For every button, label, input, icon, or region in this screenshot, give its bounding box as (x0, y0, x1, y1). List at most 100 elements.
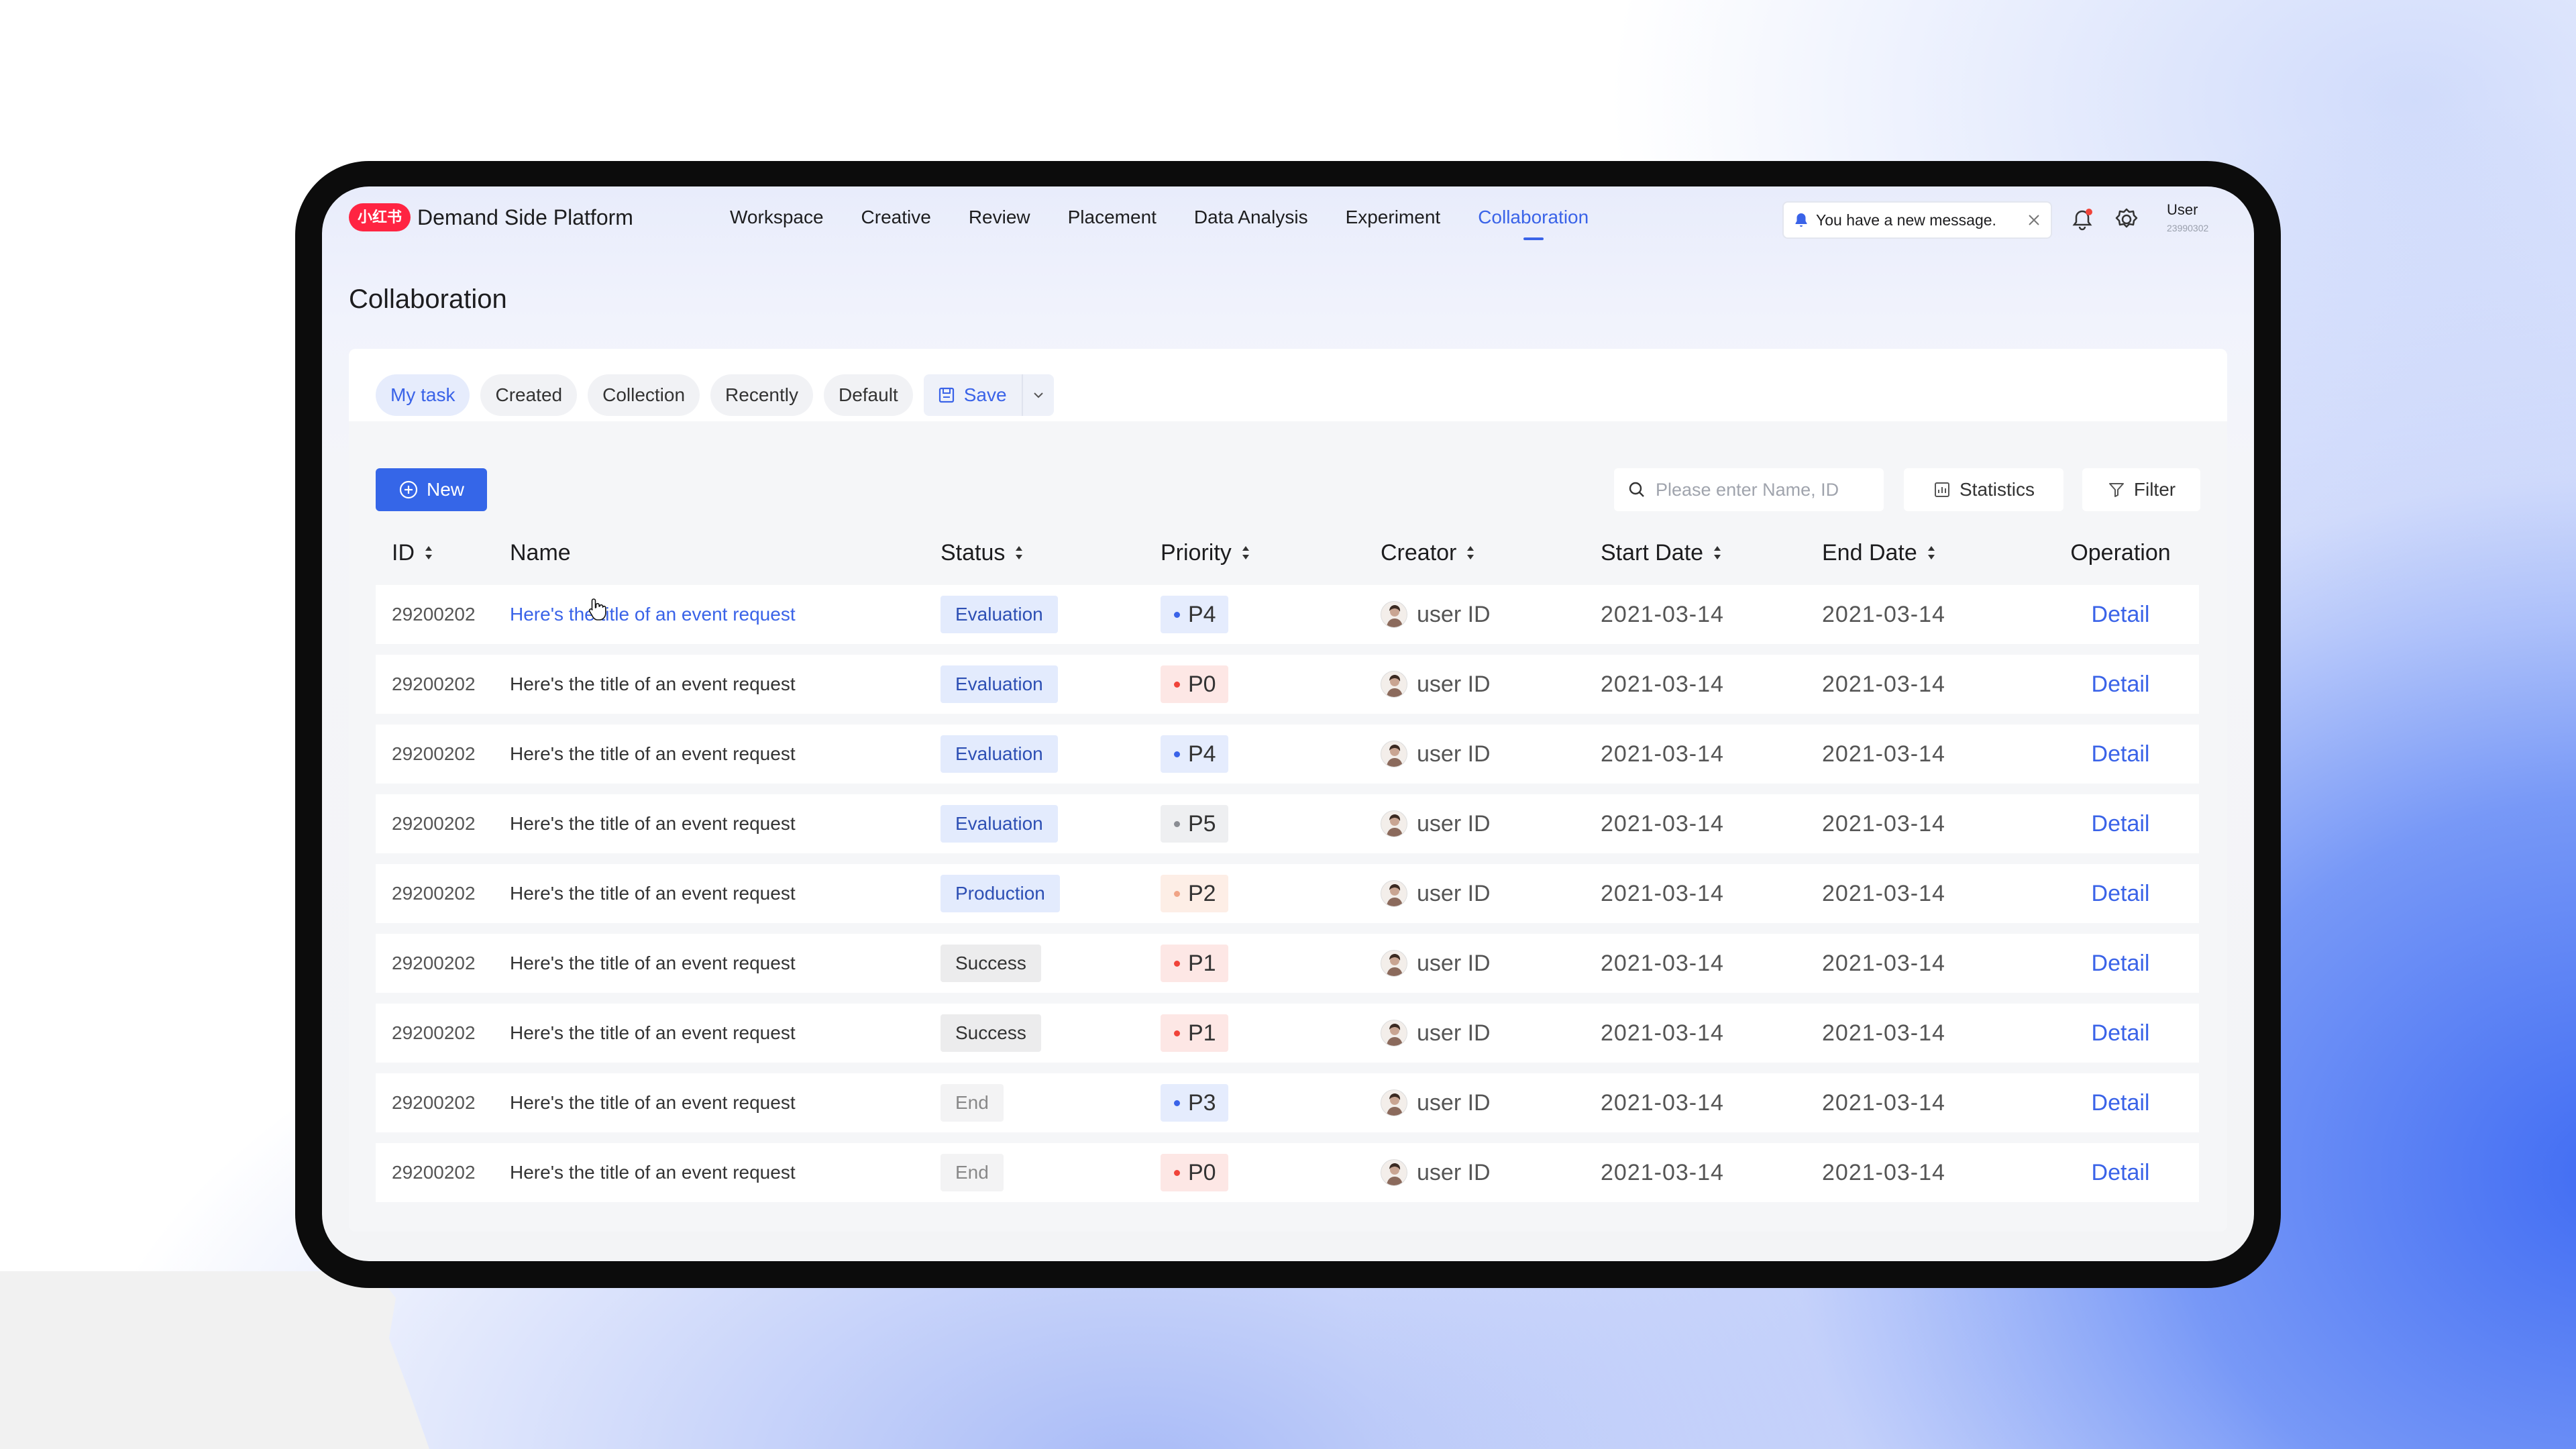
avatar (1381, 810, 1407, 837)
column-header-label: ID (392, 539, 415, 566)
end-date: 2021-03-14 (1822, 950, 1945, 976)
new-button[interactable]: New (376, 468, 487, 511)
task-id: 29200202 (392, 1092, 476, 1113)
status-badge: Success (941, 1014, 1041, 1052)
tab-created[interactable]: Created (480, 374, 578, 416)
sort-icon[interactable] (424, 545, 433, 561)
priority-label: P4 (1188, 741, 1216, 767)
id-cell: 29200202 (376, 1022, 510, 1044)
detail-link[interactable]: Detail (2092, 1020, 2150, 1046)
nav-review[interactable]: Review (969, 207, 1030, 228)
tab-recently[interactable]: Recently (710, 374, 813, 416)
detail-link[interactable]: Detail (2092, 741, 2150, 767)
column-header-id[interactable]: ID (376, 540, 510, 566)
start-date: 2021-03-14 (1601, 1159, 1724, 1185)
top-header: 小红书 Demand Side Platform Workspace Creati… (322, 186, 2254, 251)
id-cell: 29200202 (376, 604, 510, 625)
search-icon (1629, 482, 1644, 497)
start-date: 2021-03-14 (1601, 671, 1724, 697)
priority-dot (1174, 820, 1180, 827)
start-date-cell: 2021-03-14 (1601, 741, 1822, 767)
nav-experiment[interactable]: Experiment (1346, 207, 1441, 228)
avatar (1381, 950, 1407, 977)
detail-link[interactable]: Detail (2092, 672, 2150, 698)
creator-name: user ID (1417, 1089, 1491, 1116)
column-header-status[interactable]: Status (941, 540, 1161, 566)
priority-dot (1174, 611, 1180, 618)
detail-link[interactable]: Detail (2092, 881, 2150, 907)
nav-collaboration[interactable]: Collaboration (1478, 207, 1589, 240)
notification-icon[interactable] (2070, 207, 2095, 232)
task-name[interactable]: Here's the title of an event request (510, 604, 796, 625)
gear-icon[interactable] (2114, 207, 2139, 232)
tab-collection[interactable]: Collection (588, 374, 700, 416)
detail-link[interactable]: Detail (2092, 951, 2150, 977)
task-name[interactable]: Here's the title of an event request (510, 674, 796, 695)
start-date: 2021-03-14 (1601, 1020, 1724, 1046)
filter-button[interactable]: Filter (2082, 468, 2200, 511)
task-name[interactable]: Here's the title of an event request (510, 813, 796, 835)
nav-data-analysis[interactable]: Data Analysis (1194, 207, 1308, 228)
detail-link[interactable]: Detail (2092, 602, 2150, 628)
sort-icon[interactable] (1927, 545, 1936, 561)
task-name[interactable]: Here's the title of an event request (510, 883, 796, 904)
search-input[interactable]: Please enter Name, ID (1614, 468, 1884, 511)
tab-my-task[interactable]: My task (376, 374, 470, 416)
nav-creative[interactable]: Creative (861, 207, 931, 228)
task-table: ID Name Status Priority Creator Start Date End… (376, 521, 2199, 1213)
sort-icon[interactable] (1713, 545, 1722, 561)
task-panel: My task Created Collection Recently Default … (349, 349, 2227, 1232)
task-name[interactable]: Here's the title of an event request (510, 1022, 796, 1044)
start-date-cell: 2021-03-14 (1601, 1160, 1822, 1186)
column-header-start-date[interactable]: Start Date (1601, 540, 1822, 566)
task-name[interactable]: Here's the title of an event request (510, 953, 796, 974)
detail-link[interactable]: Detail (2092, 1160, 2150, 1186)
close-icon[interactable] (2027, 213, 2041, 227)
nav-placement[interactable]: Placement (1068, 207, 1157, 228)
operation-cell: Detail (2042, 1020, 2199, 1046)
priority-label: P1 (1188, 1020, 1216, 1046)
background-shape (0, 1271, 429, 1449)
creator-name: user ID (1417, 1020, 1491, 1046)
column-header-priority[interactable]: Priority (1161, 540, 1381, 566)
detail-link[interactable]: Detail (2092, 1090, 2150, 1116)
task-name[interactable]: Here's the title of an event request (510, 743, 796, 765)
task-name[interactable]: Here's the title of an event request (510, 1162, 796, 1183)
column-header-label: Name (510, 539, 571, 566)
column-header-creator[interactable]: Creator (1381, 540, 1601, 566)
priority-cell: P0 (1161, 1154, 1381, 1191)
user-name[interactable]: User (2167, 201, 2198, 219)
name-cell: Here's the title of an event request (510, 1162, 941, 1183)
tab-default[interactable]: Default (823, 374, 913, 416)
column-header-end-date[interactable]: End Date (1822, 540, 2042, 566)
brand-logo[interactable]: 小红书 (349, 203, 411, 231)
column-header-name: Name (510, 540, 941, 566)
avatar (1381, 1089, 1407, 1116)
status-badge: Evaluation (941, 735, 1058, 773)
sort-icon[interactable] (1241, 545, 1250, 561)
creator-name: user ID (1417, 741, 1491, 767)
start-date: 2021-03-14 (1601, 880, 1724, 906)
column-header-label: Creator (1381, 539, 1457, 566)
sort-icon[interactable] (1014, 545, 1024, 561)
creator-cell: user ID (1381, 601, 1601, 628)
save-dropdown[interactable] (1021, 374, 1054, 416)
nav-workspace[interactable]: Workspace (730, 207, 824, 228)
task-name[interactable]: Here's the title of an event request (510, 1092, 796, 1114)
detail-link[interactable]: Detail (2092, 811, 2150, 837)
notification-banner[interactable]: You have a new message. (1782, 201, 2052, 239)
statistics-button[interactable]: Statistics (1904, 468, 2063, 511)
creator-cell: user ID (1381, 741, 1601, 767)
filter-label: Filter (2133, 479, 2176, 500)
end-date: 2021-03-14 (1822, 880, 1945, 906)
priority-dot (1174, 751, 1180, 757)
save-button[interactable]: Save (923, 374, 1022, 416)
table-row: 29200202 Here's the title of an event req… (376, 864, 2199, 923)
priority-badge: P1 (1161, 945, 1228, 982)
name-cell: Here's the title of an event request (510, 604, 941, 625)
table-body: 29200202 Here's the title of an event req… (376, 585, 2199, 1202)
sort-icon[interactable] (1466, 545, 1475, 561)
column-header-operation: Operation (2042, 540, 2199, 566)
status-cell: Evaluation (941, 735, 1161, 773)
priority-cell: P1 (1161, 945, 1381, 982)
